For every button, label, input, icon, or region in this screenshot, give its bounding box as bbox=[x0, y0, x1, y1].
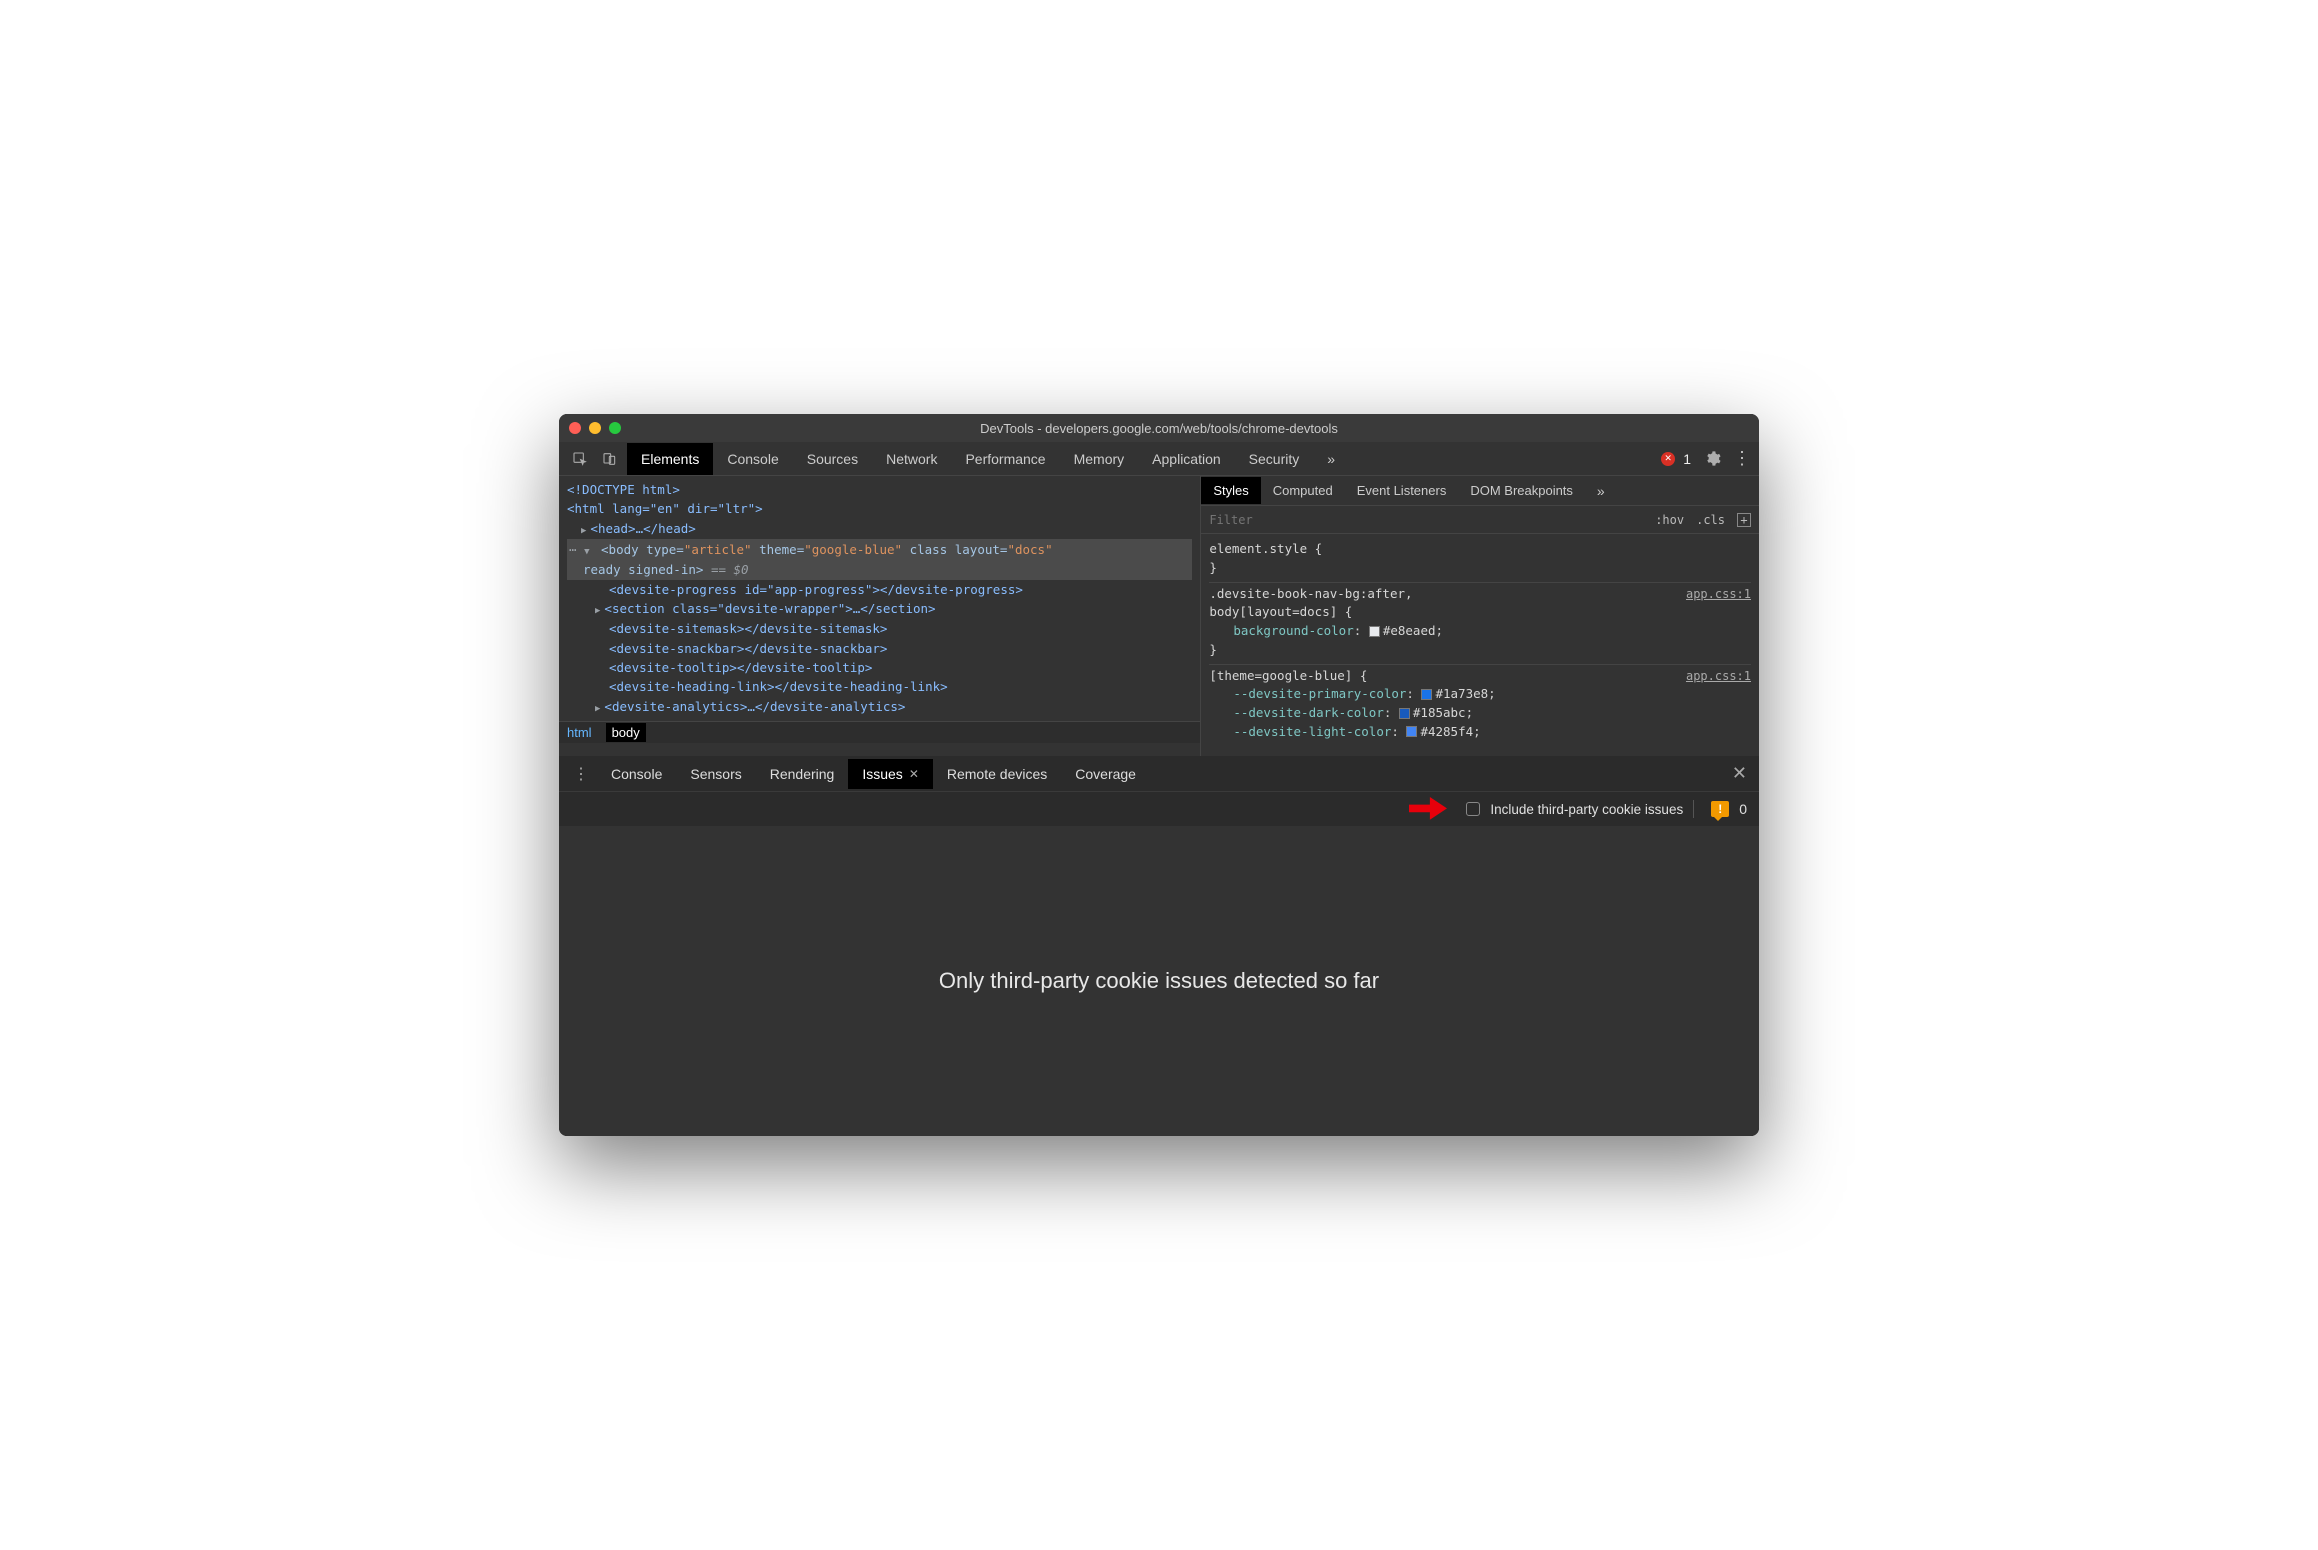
tab-memory[interactable]: Memory bbox=[1060, 443, 1139, 475]
dom-devsite-snackbar[interactable]: <devsite-snackbar></devsite-snackbar> bbox=[567, 639, 1192, 658]
window-title: DevTools - developers.google.com/web/too… bbox=[559, 421, 1759, 436]
color-swatch-icon[interactable] bbox=[1421, 689, 1432, 700]
color-swatch-icon[interactable] bbox=[1369, 626, 1380, 637]
drawer-menu-icon[interactable]: ⋮ bbox=[565, 764, 597, 784]
dtab-console[interactable]: Console bbox=[597, 759, 676, 789]
hov-toggle[interactable]: :hov bbox=[1655, 513, 1684, 527]
styles-rules[interactable]: element.style { } app.css:1 .devsite-boo… bbox=[1201, 534, 1759, 756]
main-toolbar: Elements Console Sources Network Perform… bbox=[559, 442, 1759, 476]
issues-panel-body: Only third-party cookie issues detected … bbox=[559, 826, 1759, 1136]
tab-elements[interactable]: Elements bbox=[627, 443, 713, 475]
breadcrumb-body[interactable]: body bbox=[606, 723, 646, 742]
subtab-computed[interactable]: Computed bbox=[1261, 477, 1345, 504]
drawer: ⋮ Console Sensors Rendering Issues ✕ Rem… bbox=[559, 756, 1759, 1136]
source-link[interactable]: app.css:1 bbox=[1686, 585, 1751, 603]
dom-devsite-progress[interactable]: <devsite-progress id="app-progress"></de… bbox=[567, 580, 1192, 599]
styles-subtabs: Styles Computed Event Listeners DOM Brea… bbox=[1201, 476, 1759, 506]
styles-panel: Styles Computed Event Listeners DOM Brea… bbox=[1201, 476, 1759, 756]
issues-toolbar: Include third-party cookie issues 0 bbox=[559, 792, 1759, 826]
dom-devsite-tooltip[interactable]: <devsite-tooltip></devsite-tooltip> bbox=[567, 658, 1192, 677]
dtab-rendering[interactable]: Rendering bbox=[756, 759, 849, 789]
main-tabs: Elements Console Sources Network Perform… bbox=[627, 443, 1349, 475]
color-swatch-icon[interactable] bbox=[1399, 708, 1410, 719]
styles-filter-bar: :hov .cls + bbox=[1201, 506, 1759, 534]
new-style-rule-button[interactable]: + bbox=[1737, 513, 1751, 527]
dom-devsite-sitemask[interactable]: <devsite-sitemask></devsite-sitemask> bbox=[567, 619, 1192, 638]
tab-console[interactable]: Console bbox=[713, 443, 792, 475]
warning-count: 0 bbox=[1739, 801, 1747, 817]
tab-application[interactable]: Application bbox=[1138, 443, 1235, 475]
dtab-remote-devices[interactable]: Remote devices bbox=[933, 759, 1061, 789]
subtab-dom-breakpoints[interactable]: DOM Breakpoints bbox=[1458, 477, 1585, 504]
inspect-icon[interactable] bbox=[567, 448, 593, 470]
include-third-party-checkbox[interactable] bbox=[1466, 802, 1480, 816]
tabs-overflow[interactable]: » bbox=[1313, 443, 1349, 475]
devtools-window: DevTools - developers.google.com/web/too… bbox=[559, 414, 1759, 1136]
dom-section-wrapper[interactable]: <section class="devsite-wrapper">…</sect… bbox=[567, 599, 1192, 619]
issues-empty-message: Only third-party cookie issues detected … bbox=[939, 968, 1379, 994]
dtab-coverage[interactable]: Coverage bbox=[1061, 759, 1150, 789]
include-third-party-label[interactable]: Include third-party cookie issues bbox=[1490, 802, 1683, 817]
dtab-sensors[interactable]: Sensors bbox=[676, 759, 755, 789]
subtabs-overflow[interactable]: » bbox=[1585, 477, 1617, 505]
titlebar: DevTools - developers.google.com/web/too… bbox=[559, 414, 1759, 442]
tab-network[interactable]: Network bbox=[872, 443, 951, 475]
rule-theme-google-blue[interactable]: app.css:1 [theme=google-blue] { --devsit… bbox=[1209, 665, 1751, 746]
dom-html-open[interactable]: <html lang="en" dir="ltr"> bbox=[567, 499, 1192, 518]
warning-badge-icon[interactable] bbox=[1711, 801, 1729, 817]
rule-devsite-book-nav[interactable]: app.css:1 .devsite-book-nav-bg:after, bo… bbox=[1209, 583, 1751, 665]
color-swatch-icon[interactable] bbox=[1406, 726, 1417, 737]
breadcrumb-html[interactable]: html bbox=[567, 725, 592, 740]
dom-head[interactable]: <head>…</head> bbox=[567, 519, 1192, 539]
error-count: 1 bbox=[1683, 451, 1691, 467]
source-link[interactable]: app.css:1 bbox=[1686, 667, 1751, 685]
error-count-badge[interactable]: ✕ bbox=[1661, 452, 1675, 466]
close-icon[interactable]: ✕ bbox=[909, 767, 919, 781]
dom-tree[interactable]: <!DOCTYPE html> <html lang="en" dir="ltr… bbox=[559, 476, 1200, 721]
elements-panel: <!DOCTYPE html> <html lang="en" dir="ltr… bbox=[559, 476, 1201, 756]
drawer-tabs: ⋮ Console Sensors Rendering Issues ✕ Rem… bbox=[559, 756, 1759, 792]
subtab-event-listeners[interactable]: Event Listeners bbox=[1345, 477, 1459, 504]
tab-performance[interactable]: Performance bbox=[951, 443, 1059, 475]
device-toggle-icon[interactable] bbox=[597, 448, 623, 470]
panels-row: <!DOCTYPE html> <html lang="en" dir="ltr… bbox=[559, 476, 1759, 756]
styles-filter-input[interactable] bbox=[1209, 513, 1643, 527]
tab-security[interactable]: Security bbox=[1235, 443, 1314, 475]
more-menu-icon[interactable]: ⋮ bbox=[1733, 448, 1751, 469]
dom-devsite-heading-link[interactable]: <devsite-heading-link></devsite-heading-… bbox=[567, 677, 1192, 696]
tab-sources[interactable]: Sources bbox=[793, 443, 872, 475]
cls-toggle[interactable]: .cls bbox=[1696, 513, 1725, 527]
drawer-close-button[interactable]: ✕ bbox=[1726, 763, 1753, 784]
rule-element-style[interactable]: element.style { } bbox=[1209, 538, 1751, 583]
settings-gear-icon[interactable] bbox=[1699, 448, 1725, 470]
dom-devsite-analytics[interactable]: <devsite-analytics>…</devsite-analytics> bbox=[567, 697, 1192, 717]
subtab-styles[interactable]: Styles bbox=[1201, 477, 1260, 504]
dtab-issues[interactable]: Issues ✕ bbox=[848, 759, 933, 789]
dom-breadcrumb: html body bbox=[559, 721, 1200, 743]
dom-body-selected[interactable]: ⋯ <body type="article" theme="google-blu… bbox=[567, 539, 1192, 580]
dom-doctype[interactable]: <!DOCTYPE html> bbox=[567, 480, 1192, 499]
annotation-arrow-icon bbox=[1409, 797, 1447, 821]
